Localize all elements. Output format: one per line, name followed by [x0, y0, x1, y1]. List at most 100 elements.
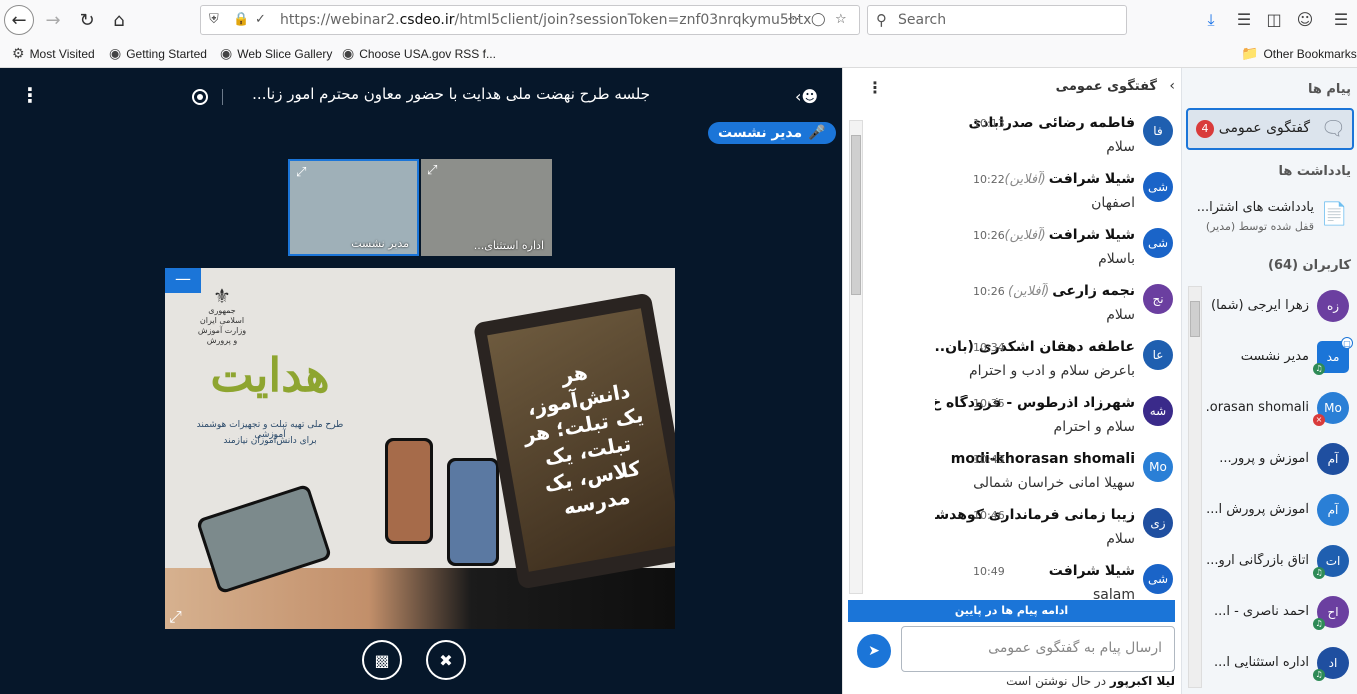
avatar[interactable]: شی [1143, 564, 1173, 594]
bookmark-getting-started[interactable]: ◉ Getting Started [109, 45, 207, 62]
divider [222, 89, 223, 105]
recording-indicator[interactable] [192, 89, 208, 105]
slide-phone-image [385, 438, 433, 544]
permissions-icon[interactable]: ✓ [255, 12, 266, 27]
user-list-item[interactable]: Mo×orasan shomali... [1205, 386, 1353, 432]
account-icon[interactable]: ☺ [1295, 10, 1315, 29]
avatar[interactable]: Mo [1143, 452, 1173, 482]
star-icon[interactable]: ☆ [835, 12, 847, 27]
home-button[interactable]: ⌂ [104, 5, 134, 35]
user-list-item[interactable]: آم آموزش و پرور... [1205, 437, 1353, 483]
scroll-thumb[interactable] [1190, 301, 1200, 337]
shared-notes-item[interactable]: 📄 یادداشت های اشترا... قفل شده توسط (مدی… [1186, 194, 1354, 242]
download-icon[interactable]: ⤓ [1201, 10, 1221, 30]
options-menu-icon[interactable]: ⋮ [20, 85, 40, 105]
webcam-video[interactable]: ⤢ اداره استثنای... [421, 159, 552, 256]
message-time: 10:22 [973, 173, 1005, 186]
user-list-item[interactable]: اح ♫ احمد ناصری - ا... [1205, 590, 1353, 636]
fullscreen-icon[interactable]: ⤢ [427, 163, 437, 178]
bookmark-label: Web Slice Gallery [237, 46, 333, 61]
avatar: زه [1317, 290, 1349, 322]
other-bookmarks[interactable]: 📁 Other Bookmarks [1241, 45, 1357, 62]
message-text: سلام [1106, 139, 1135, 155]
minimize-presentation-button[interactable]: — [165, 268, 201, 293]
send-icon: ➤ [868, 643, 880, 659]
url-path: /html5client/join?sessionToken=znf03nrqk… [454, 12, 812, 28]
user-list-item[interactable]: زه زهرا ایرجی (شما) [1205, 284, 1353, 330]
emblem-icon: ⚜ [213, 284, 231, 308]
message-text: سلام [1106, 531, 1135, 547]
bookmark-web-slice[interactable]: ◉ Web Slice Gallery [220, 45, 332, 62]
pocket-icon[interactable]: ◯ [811, 12, 826, 27]
message-sender: شیلا شرافت(آفلاین) [1005, 171, 1136, 187]
arrow-left-icon: ← [11, 9, 27, 31]
avatar[interactable]: شه [1143, 396, 1173, 426]
fullscreen-icon[interactable]: ⤢ [169, 607, 182, 627]
avatar[interactable]: شی [1143, 172, 1173, 202]
user-list-item[interactable]: اد ♫ اداره استثنایی ا... [1205, 641, 1353, 687]
avatar[interactable]: فا [1143, 116, 1173, 146]
chat-options-icon[interactable]: ⋮ [867, 78, 883, 97]
reload-button[interactable]: ↻ [72, 5, 102, 35]
avatar[interactable]: شی [1143, 228, 1173, 258]
public-chat-item[interactable]: 🗨 گفتگوی عمومی 4 [1186, 108, 1354, 150]
message-text: باعرض سلام و ادب و احترام [968, 363, 1135, 379]
message-sender: زیبا زمانی فرمانداری کوهدشت [935, 507, 1135, 523]
lock-icon[interactable]: 🔒 [233, 12, 249, 27]
chat-message: Mo modi-khorasan shomali 10:43 سهیلا امانی … [863, 450, 1177, 506]
chat-message: نج نجمه زارعی(آفلاین) 10:26 سلام [863, 282, 1177, 338]
webcam-video[interactable]: ⤢ مدیر نشست [288, 159, 419, 256]
send-button[interactable]: ➤ [857, 634, 891, 668]
globe-icon: ◉ [342, 45, 355, 61]
talker-name: مدیر نشست [718, 125, 803, 141]
avatar[interactable]: زی [1143, 508, 1173, 538]
message-time: 10:43 [973, 453, 1005, 466]
more-messages-button[interactable]: ادامه پیام ها در پایین [848, 600, 1175, 622]
user-name: مدیر نشست [1240, 349, 1309, 364]
scroll-thumb[interactable] [851, 135, 861, 295]
bookmark-usa-gov[interactable]: ◉ Choose USA.gov RSS f... [342, 45, 496, 62]
sidebar-icon[interactable]: ◫ [1264, 10, 1284, 29]
messages-section-title: پیام ها [1307, 82, 1351, 97]
shield-icon[interactable]: ⛨ [209, 12, 219, 27]
user-list-item[interactable]: مد ▢ ♫ مدیر نشست [1205, 335, 1353, 381]
menu-icon[interactable]: ☰ [1331, 10, 1351, 29]
bookmark-most-visited[interactable]: ⚙ Most Visited [12, 45, 95, 62]
chat-message-input[interactable]: ارسال پیام به گفتگوی عمومی [901, 626, 1175, 672]
url-bar[interactable]: ⛨ 🔒 ✓ https://webinar2.csdeo.ir/html5cli… [200, 5, 860, 35]
webcam-user-name: مدیر نشست [351, 237, 409, 250]
chat-scrollbar[interactable] [849, 120, 863, 594]
arrow-right-icon: → [45, 9, 61, 31]
avatar[interactable]: عا [1143, 340, 1173, 370]
avatar[interactable]: نج [1143, 284, 1173, 314]
user-name: آموزش پرورش ا... [1206, 502, 1309, 517]
forward-button[interactable]: → [38, 5, 68, 35]
back-button[interactable]: ← [4, 5, 34, 35]
search-bar[interactable]: ⚲ Search [867, 5, 1127, 35]
url-text[interactable]: https://webinar2.csdeo.ir/html5client/jo… [280, 12, 811, 28]
public-chat-label: گفتگوی عمومی [1218, 120, 1310, 136]
user-name: احمد ناصری - ا... [1213, 604, 1309, 619]
message-time: 10:49 [973, 565, 1005, 578]
meeting-title: جلسه طرح نهضت ملی هدایت با حضور معاون مح… [252, 85, 650, 103]
user-list-toggle[interactable]: ‹☻ [795, 87, 818, 106]
share-webcam-button[interactable]: ▩ [362, 640, 402, 680]
more-dots-icon[interactable]: ⋯ [787, 12, 800, 27]
user-list-item[interactable]: ات ♫ اتاق بازرگانی ارو... [1205, 539, 1353, 585]
library-icon[interactable]: ☰ [1234, 10, 1254, 29]
typing-user: لیلا اکبرپور [1109, 674, 1175, 688]
slide-heading: هدایت [210, 348, 330, 402]
globe-icon: ◉ [109, 45, 122, 61]
sender-name: شیلا شرافت [1048, 227, 1135, 243]
talking-indicator: 🎤 مدیر نشست [708, 122, 836, 144]
user-name: orasan shomali... [1205, 400, 1309, 415]
hide-chat-button[interactable]: ‹ [1169, 78, 1175, 94]
fullscreen-icon[interactable]: ⤢ [296, 165, 306, 180]
user-list-item[interactable]: آم آموزش پرورش ا... [1205, 488, 1353, 534]
user-list-scrollbar[interactable] [1188, 286, 1202, 688]
microphone-muted-icon: × [1313, 414, 1325, 426]
share-screen-button[interactable]: ✖ [426, 640, 466, 680]
typing-text: در حال نوشتن است [1006, 674, 1107, 688]
sender-name: نجمه زارعی [1052, 283, 1135, 299]
user-icon: ☻ [801, 87, 819, 106]
